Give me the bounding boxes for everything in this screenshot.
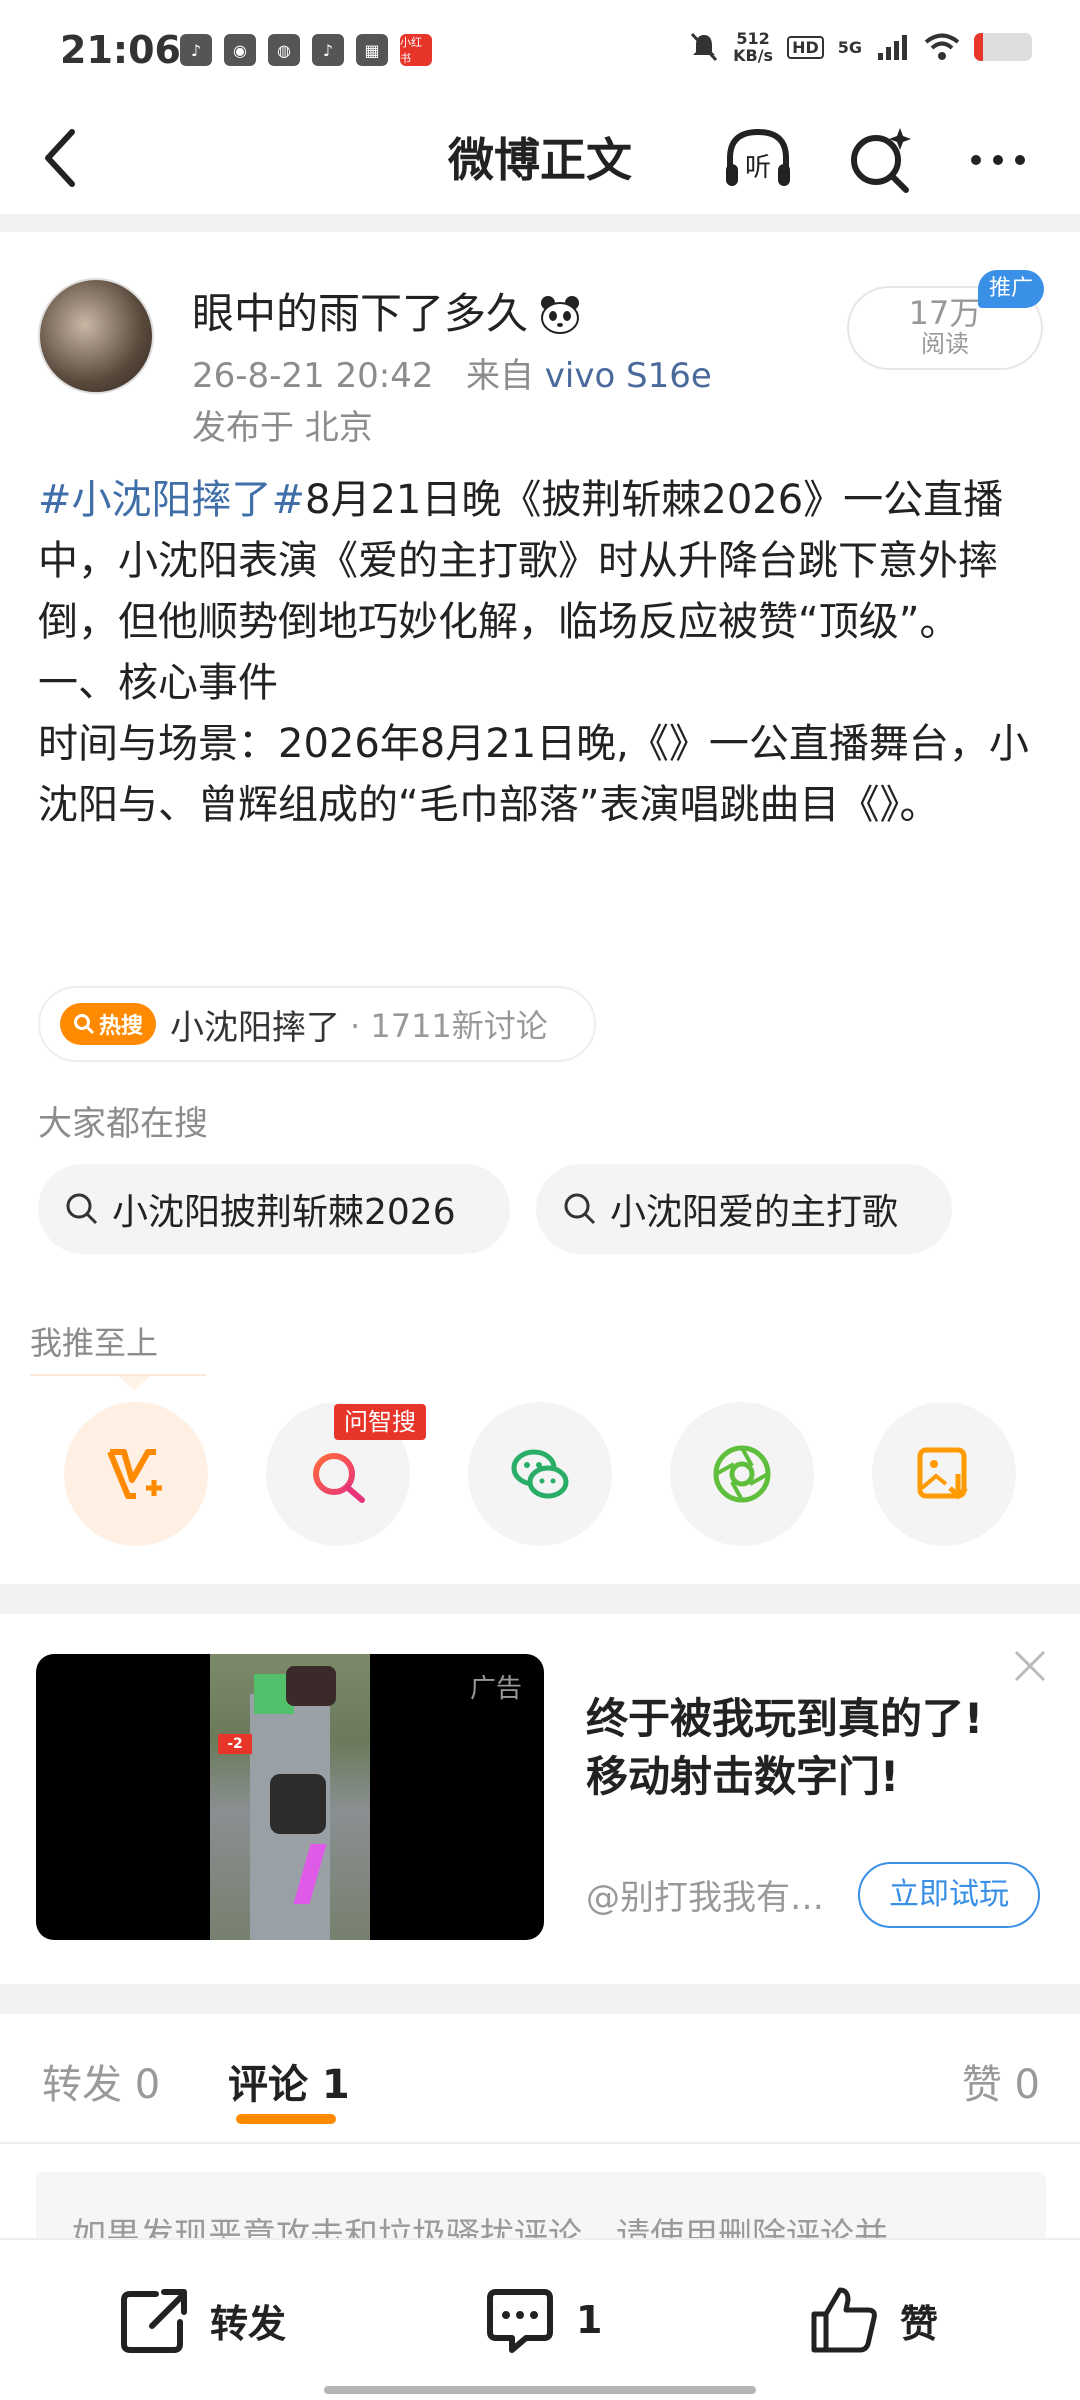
battery-level [974,33,983,61]
like-button[interactable]: 赞 [806,2282,938,2358]
ad-headline[interactable]: 终于被我玩到真的了! 移动射击数字门! [586,1690,1046,1806]
close-icon[interactable] [1008,1644,1052,1688]
post-time: 26-8-21 20:42 [192,356,434,396]
listen-headphone-icon[interactable]: 听 [718,120,798,200]
status-right: 512 KB/s HD 5G [689,30,1032,64]
xiaohongshu-icon: 小红书 [400,34,432,66]
tab-repost[interactable]: 转发 0 [42,2052,160,2110]
comment-button[interactable]: 1 [482,2282,602,2358]
net-speed-unit: KB/s [733,46,774,65]
ad-video[interactable]: -2 广告 [36,1654,544,1940]
comment-count: 1 [576,2298,603,2342]
try-now-button[interactable]: 立即试玩 [858,1862,1040,1928]
post-body: #小沈阳摔了#8月21日晚《披荆斩棘2026》一公直播中，小沈阳表演《爱的主打歌… [38,470,1048,836]
share-v-plus-button[interactable] [64,1402,208,1546]
repost-label: 转发 [210,2301,287,2346]
search-icon [66,1193,98,1225]
search-suggest-title: 大家都在搜 [38,1104,208,1144]
repost-button[interactable]: 转发 [116,2282,286,2358]
author-avatar[interactable] [38,278,154,394]
weibo-post-page: 21:06 ♪ ◉ ◍ ♪ ▦ 小红书 512 KB/s HD 5G 微博正文 … [0,0,1080,2400]
tab-divider [0,2142,1080,2144]
search-suggestion-chip[interactable]: 小沈阳披荆斩棘2026 [38,1164,510,1254]
comment-icon [487,2289,553,2353]
promote-badge[interactable]: 推广 [978,270,1044,308]
share-row-title: 我推至上 [30,1324,159,1362]
read-label: 阅读 [921,330,969,358]
home-indicator[interactable] [324,2386,756,2394]
status-bar: 21:06 ♪ ◉ ◍ ♪ ▦ 小红书 512 KB/s HD 5G [0,0,1080,104]
wifi-icon [924,33,960,60]
like-label: 赞 [900,2301,939,2346]
divider-band [0,1984,1080,2014]
weibo-icon: ◉ [224,34,256,66]
author-name-row[interactable]: 眼中的雨下了多久 [192,280,582,341]
douyin-icon: ♪ [312,34,344,66]
tab-comment[interactable]: 评论 1 [228,2052,350,2110]
post-device[interactable]: vivo S16e [545,356,712,396]
active-tab-indicator [236,2114,336,2124]
ad-car [286,1666,336,1706]
signal-5g: 5G [837,37,862,57]
hot-search-count: · 1711新讨论 [350,1007,548,1045]
hot-search-badge: 热搜 [60,1003,156,1045]
share-pointer [118,1376,150,1390]
share-save-image-button[interactable] [872,1402,1016,1546]
hd-badge: HD [787,35,824,59]
repost-icon [121,2289,187,2353]
ask-search-badge: 问智搜 [334,1404,426,1440]
more-dots-icon[interactable] [958,120,1038,200]
post-meta: 26-8-21 20:42 来自 vivo S16e [192,348,712,397]
divider-band [0,1584,1080,1614]
status-time: 21:06 [60,28,181,72]
ad-source[interactable]: @别打我我有… [586,1870,842,1919]
panda-emoji-icon [541,296,580,334]
ad-car [270,1774,326,1834]
hot-search-chip[interactable]: 热搜 小沈阳摔了 · 1711新讨论 [38,986,596,1062]
post-source-prefix: 来自 [465,356,534,396]
post-paragraph: #小沈阳摔了#8月21日晚《披荆斩棘2026》一公直播中，小沈阳表演《爱的主打歌… [38,470,1048,653]
post-paragraph: 一、核心事件 [38,660,278,706]
hot-search-topic: 小沈阳摔了 [170,1007,340,1048]
ai-search-icon[interactable] [840,120,920,200]
hashtag-link[interactable]: #小沈阳摔了# [38,477,305,523]
search-icon [564,1193,596,1225]
ad-game-preview: -2 [210,1654,370,1940]
moments-icon [713,1445,771,1503]
net-speed-value: 512 [736,29,770,48]
divider-band [0,214,1080,232]
ask-search-icon [313,1453,365,1503]
author-name[interactable]: 眼中的雨下了多久 [192,289,528,338]
ad-headline-line: 移动射击数字门! [586,1752,900,1801]
signal-bars-icon [878,35,907,60]
battery-indicator [974,33,1032,61]
search-suggestion-chip[interactable]: 小沈阳爱的主打歌 [536,1164,952,1254]
hot-search-badge-label: 热搜 [98,1014,143,1039]
net-speed: 512 KB/s [733,30,773,64]
share-wechat-button[interactable] [468,1402,612,1546]
save-image-icon [917,1447,968,1500]
mute-icon [690,32,718,62]
post-paragraph: 时间与场景：2026年8月21日晚,《》一公直播舞台，小沈阳与、曾辉组成的“毛巾… [38,721,1029,828]
search-suggestion-label: 小沈阳爱的主打歌 [610,1192,899,1233]
ad-minus-gate: -2 [218,1734,252,1754]
v-plus-icon [107,1449,162,1499]
search-suggestion-label: 小沈阳披荆斩棘2026 [112,1192,456,1233]
nav-bar: 微博正文 听 [0,104,1080,214]
ad-headline-line: 终于被我玩到真的了! [586,1694,984,1743]
share-moments-button[interactable] [670,1402,814,1546]
thumbs-up-icon [811,2287,877,2353]
post-location: 发布于 北京 [192,408,373,448]
tab-like[interactable]: 赞 0 [962,2052,1040,2110]
listen-label: 听 [745,153,771,183]
bottom-action-bar: 转发 1 赞 [0,2238,1080,2400]
notification-icons: ♪ ◉ ◍ ♪ ▦ 小红书 [180,34,432,66]
wechat-icon: ◍ [268,34,300,66]
ad-label: 广告 [469,1674,522,1704]
wechat-icon [511,1449,569,1499]
search-icon [73,1014,95,1035]
game-icon: ▦ [356,34,388,66]
douyin-icon: ♪ [180,34,212,66]
